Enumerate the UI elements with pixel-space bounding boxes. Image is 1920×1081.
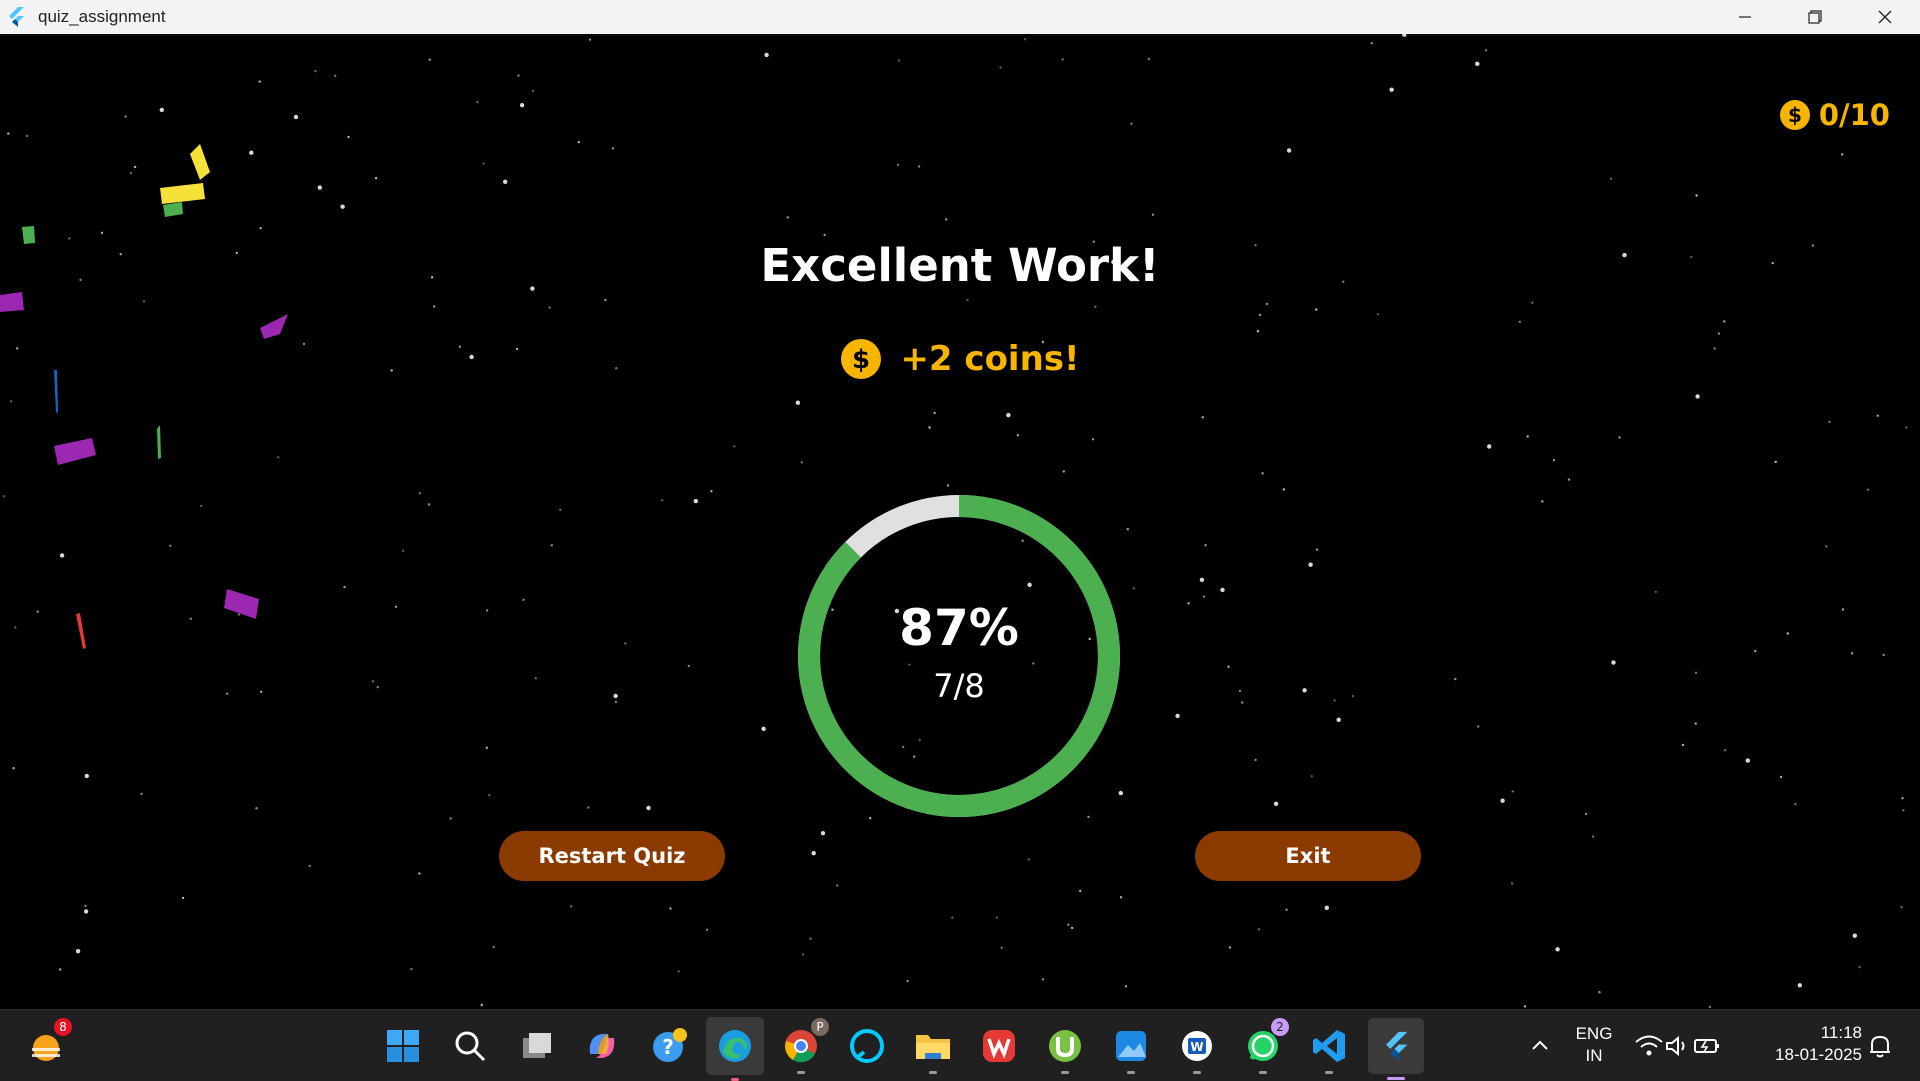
edge-taskbar-button[interactable] [706,1017,764,1081]
file-explorer-taskbar-button[interactable] [911,1024,955,1074]
alexa-icon [850,1029,884,1063]
vscode-icon [1313,1030,1345,1062]
window-controls [1710,0,1920,34]
quick-settings-button[interactable] [1628,1024,1728,1068]
clock-date: 18-01-2025 [1775,1045,1862,1064]
result-title: Excellent Work! [760,239,1160,292]
task-view-icon [523,1033,551,1058]
search-icon [455,1031,486,1062]
battery-icon [1694,1039,1719,1053]
file-explorer-icon [916,1035,950,1059]
photos-taskbar-button[interactable] [1109,1024,1153,1074]
coin-counter: $ 0/10 [1779,98,1890,132]
copilot-button[interactable] [580,1024,624,1068]
restore-icon [1808,10,1822,24]
language-code: ENG [1575,1024,1613,1043]
copilot-icon [589,1034,615,1058]
minimize-icon [1739,16,1751,18]
confetti-piece [0,292,24,312]
photos-icon [1116,1031,1146,1061]
svg-text:$: $ [1788,103,1802,127]
close-button[interactable] [1850,0,1920,34]
coin-reward: $ +2 coins! [0,338,1920,380]
notification-badge: 2 [1271,1018,1289,1036]
vscode-taskbar-button[interactable] [1307,1024,1351,1074]
flutter-logo-icon [9,7,24,27]
clock-time: 11:18 [1820,1023,1862,1042]
clock[interactable]: 11:18 18-01-2025 [1752,1022,1862,1066]
utorrent-icon [1049,1030,1081,1062]
coin-balance: 0/10 [1818,98,1890,132]
confetti-piece [260,314,288,339]
restart-quiz-button[interactable]: Restart Quiz [499,831,725,881]
confetti-piece [224,589,259,619]
wifi-icon [1635,1035,1663,1056]
flutter-app-taskbar-button[interactable] [1368,1018,1424,1080]
notification-bell-icon [1870,1035,1890,1058]
confetti-piece [163,202,183,217]
running-indicator [1127,1071,1135,1074]
chevron-up-icon [1532,1040,1548,1050]
windows-taskbar: 8 ? P W 2 ENG IN 11:18 18-01-2025 [0,1009,1920,1081]
confetti-piece [76,613,86,649]
quiz-result-screen: $ 0/10 Excellent Work! $ +2 coins! 87% 7… [0,34,1920,1009]
weather-widget[interactable]: 8 [24,1018,72,1068]
running-indicator [1061,1071,1069,1074]
running-indicator [1259,1071,1267,1074]
wps-office-icon [983,1030,1015,1062]
minimize-button[interactable] [1710,0,1780,34]
confetti-piece [54,438,96,465]
whatsapp-taskbar-button[interactable]: 2 [1241,1018,1289,1074]
confetti-piece [157,425,161,459]
score-fraction: 7/8 [933,667,985,705]
window-title: quiz_assignment [38,7,166,26]
volume-icon [1666,1035,1685,1057]
restore-button[interactable] [1780,0,1850,34]
word-taskbar-button[interactable]: W [1175,1024,1219,1074]
taskbar-search-button[interactable] [448,1024,492,1068]
running-indicator [797,1071,805,1074]
coin-icon: $ [1779,100,1810,130]
score-percent: 87% [899,599,1019,657]
window-titlebar: quiz_assignment [0,0,1920,34]
confetti-piece [190,144,210,180]
windows-start-icon [387,1030,419,1062]
svg-text:W: W [1190,1040,1203,1054]
start-button[interactable] [381,1024,425,1068]
score-progress-ring: 87% 7/8 [797,494,1121,818]
svg-text:$: $ [852,345,870,375]
svg-text:?: ? [662,1035,674,1059]
get-help-button[interactable]: ? [647,1024,691,1068]
profile-badge: P [811,1018,829,1036]
exit-button[interactable]: Exit [1195,831,1421,881]
reward-text: +2 coins! [900,339,1080,379]
flutter-icon [1386,1031,1408,1061]
show-hidden-icons-button[interactable] [1518,1024,1562,1068]
edge-icon [719,1030,751,1062]
progress-labels: 87% 7/8 [797,494,1121,818]
coin-icon: $ [841,339,882,379]
language-indicator[interactable]: ENG IN [1574,1023,1614,1067]
word-icon: W [1182,1031,1212,1061]
running-indicator [929,1071,937,1074]
region-code: IN [1585,1046,1603,1065]
running-indicator [1193,1071,1201,1074]
utorrent-taskbar-button[interactable] [1043,1024,1087,1074]
notification-badge: 8 [54,1018,72,1036]
close-icon [1878,10,1892,24]
task-view-button[interactable] [515,1024,559,1068]
running-indicator [1325,1071,1333,1074]
chrome-taskbar-button[interactable]: P [779,1018,829,1074]
alexa-taskbar-button[interactable] [845,1024,889,1068]
wps-office-taskbar-button[interactable] [977,1024,1021,1068]
help-icon: ? [653,1028,687,1062]
confetti-piece [160,183,205,204]
notification-center-button[interactable] [1864,1024,1896,1068]
